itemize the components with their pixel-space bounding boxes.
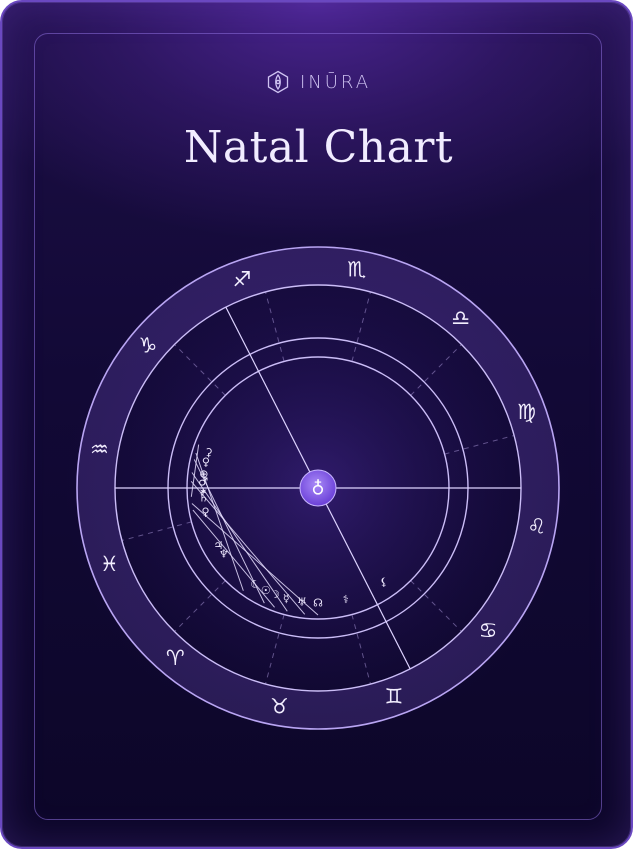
zodiac-sign-virgo: ♍︎	[517, 400, 536, 424]
zodiac-sign-libra: ♎︎	[451, 306, 470, 330]
zodiac-sign-scorpio: ♏︎	[347, 257, 366, 281]
planet-hygiea: ⚕︎	[343, 593, 349, 606]
planet-uranus: ♅︎	[297, 595, 307, 608]
zodiac-sign-sagittarius: ♐︎	[233, 267, 252, 291]
natal-chart-wheel: ♏︎♎︎♍︎♌︎♋︎♊︎♉︎♈︎♓︎♒︎♑︎♐︎ ⚳︎♀︎⊕︎♂︎✶︎♄︎♀︎♃…	[65, 235, 571, 741]
zodiac-sign-capricorn: ♑︎	[139, 333, 158, 357]
planet-neptune: ♆︎	[219, 547, 229, 560]
planet-mercury: ☿︎	[283, 592, 290, 605]
zodiac-sign-gemini: ♊︎	[385, 685, 404, 709]
zodiac-sign-aquarius: ♒︎	[90, 437, 109, 461]
planet-moon: ☾︎	[250, 578, 260, 591]
zodiac-sign-taurus: ♉︎	[270, 695, 289, 719]
zodiac-sign-aries: ♈︎	[166, 646, 185, 670]
planet-moon-2: ☽︎	[270, 588, 280, 601]
planet-venus-2: ♀︎	[201, 505, 209, 518]
zodiac-sign-leo: ♌︎	[527, 515, 546, 539]
planet-lilith: ⚸︎	[380, 576, 388, 589]
natal-chart-card: INŪRA Natal Chart ♏︎ ♎︎ ♍︎ ♌︎ ♋︎ ♊︎ ♉︎ ♈︎ ♓︎ ♒︎ ♑︎…	[0, 0, 633, 849]
zodiac-sign-cancer: ♋︎	[479, 619, 498, 643]
planet-north-node: ☊︎	[313, 597, 323, 610]
planet-saturn: ♄︎	[199, 492, 209, 505]
zodiac-sign-pisces: ♓︎	[100, 552, 119, 576]
earth-center-icon: ♁︎	[311, 479, 324, 500]
